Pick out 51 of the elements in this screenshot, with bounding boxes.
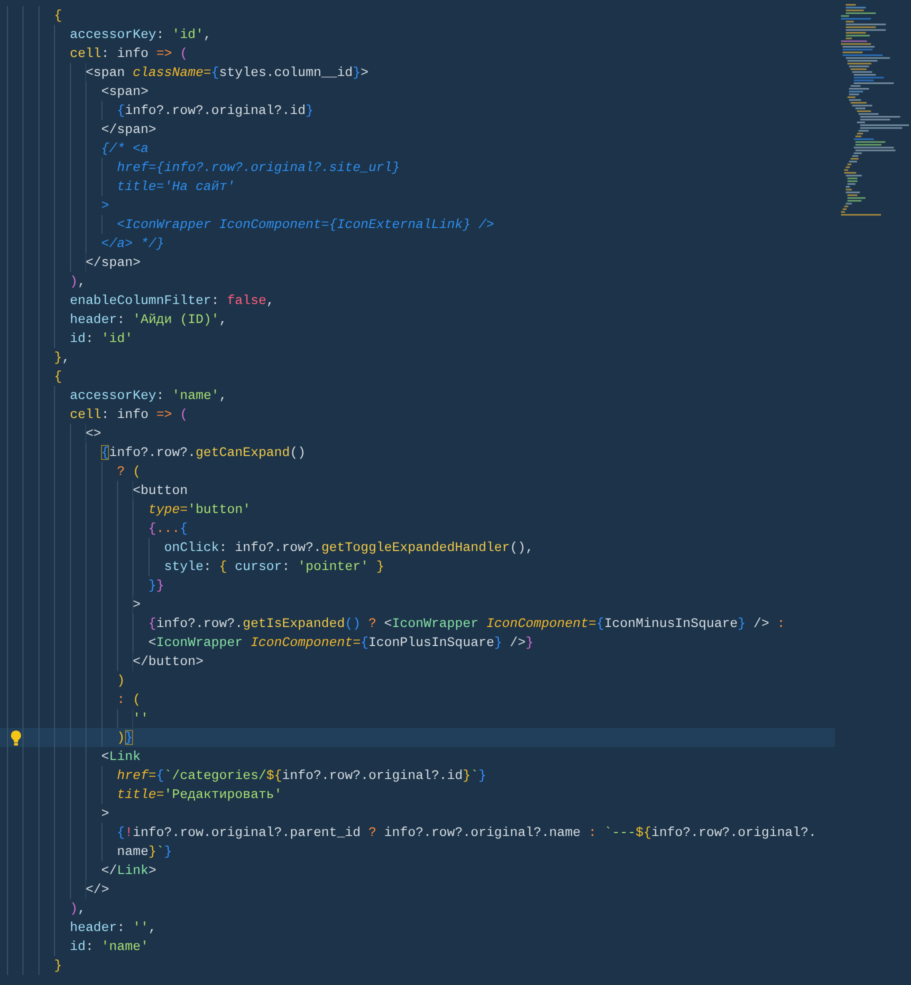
code-line: id: 'name' [0,937,835,956]
code-line: > [0,196,835,215]
code-line: <> [0,424,835,443]
code-line: {/* <a [0,139,835,158]
code-line: }} [0,576,835,595]
code-line: cell: info => ( [0,44,835,63]
code-line: {info?.row?.getIsExpanded() ? <IconWrapper IconComponent={IconMinusInSquare} /> : [0,614,835,633]
code-line: '' [0,709,835,728]
code-line: : ( [0,690,835,709]
code-line: {info?.row?.getCanExpand() [0,443,835,462]
code-line: ? ( [0,462,835,481]
code-line: header: '', [0,918,835,937]
code-line: <Link [0,747,835,766]
code-line: <IconWrapper IconComponent={IconExternalLink} /> [0,215,835,234]
code-line: id: 'id' [0,329,835,348]
code-line: > [0,804,835,823]
code-line: { [0,6,835,25]
code-line: </span> [0,253,835,272]
code-line: </button> [0,652,835,671]
code-line: accessorKey: 'name', [0,386,835,405]
code-line: title='Редактировать' [0,785,835,804]
code-line: </span> [0,120,835,139]
code-line: href={info?.row?.original?.site_url} [0,158,835,177]
code-line: { [0,367,835,386]
code-line: </a> */} [0,234,835,253]
code-line: </Link> [0,861,835,880]
code-line: {!info?.row.original?.parent_id ? info?.row?.original?.name : `---${info?.row?.original?. [0,823,835,842]
code-line: > [0,595,835,614]
code-line: <button [0,481,835,500]
code-line: header: 'Айди (ID)', [0,310,835,329]
code-line: href={`/categories/${info?.row?.original?.id}`} [0,766,835,785]
code-line: <span className={styles.column__id}> [0,63,835,82]
code-line: </> [0,880,835,899]
code-line: } [0,956,835,975]
code-line: {...{ [0,519,835,538]
code-line: enableColumnFilter: false, [0,291,835,310]
code-line: cell: info => ( [0,405,835,424]
code-line: type='button' [0,500,835,519]
code-line: {info?.row?.original?.id} [0,101,835,120]
code-line: <IconWrapper IconComponent={IconPlusInSquare} />} [0,633,835,652]
code-line: style: { cursor: 'pointer' } [0,557,835,576]
code-line: ), [0,272,835,291]
code-line: }, [0,348,835,367]
code-line: title='На сайт' [0,177,835,196]
code-line: name}`} [0,842,835,861]
code-line: onClick: info?.row?.getToggleExpandedHandler(), [0,538,835,557]
code-line: ), [0,899,835,918]
code-line: ) [0,671,835,690]
code-line: accessorKey: 'id', [0,25,835,44]
code-line: <span> [0,82,835,101]
lightbulb-icon[interactable] [10,730,22,746]
